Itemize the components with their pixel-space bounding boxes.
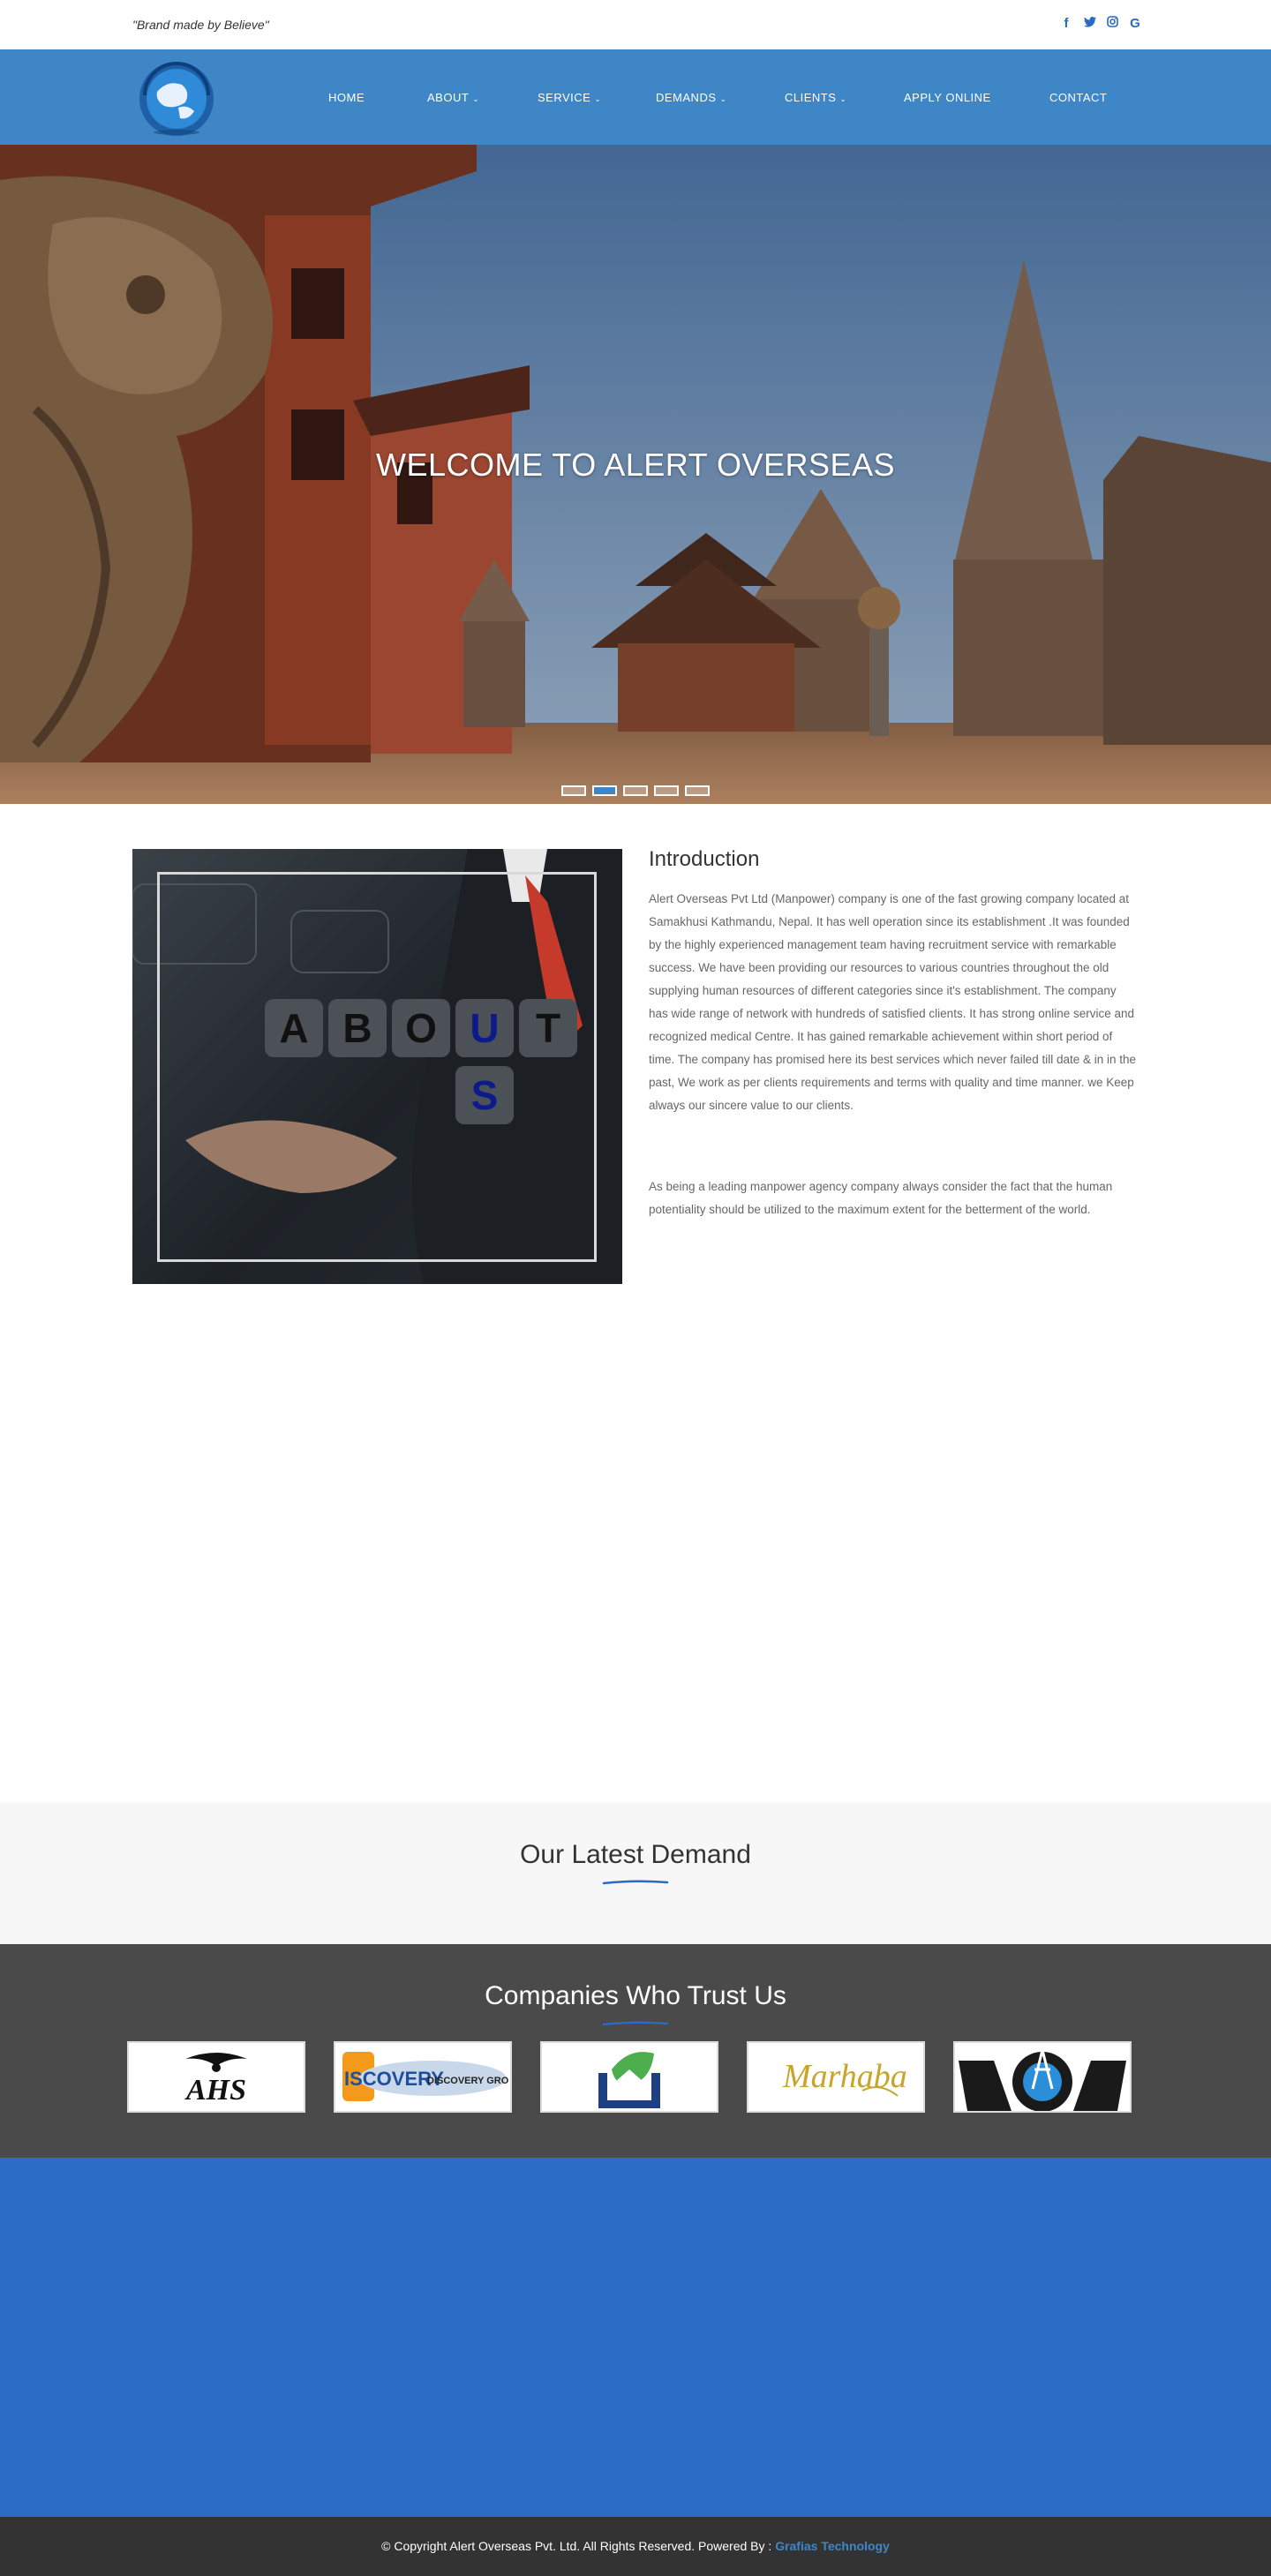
about-us-image: A B O U T S — [132, 849, 622, 1284]
client-logo-ahs[interactable]: AHS — [127, 2041, 305, 2113]
hero-slider: WELCOME TO ALERT OVERSEAS — [0, 145, 1271, 804]
nav-apply-label: APPLY ONLINE — [904, 90, 991, 104]
letter-tile: O — [392, 999, 450, 1057]
slide-indicator-3[interactable] — [623, 785, 648, 796]
top-bar: "Brand made by Believe" f G — [0, 0, 1271, 49]
discovery-logo-subtext: DISCOVERY GRO — [427, 2076, 509, 2086]
client-logo-house[interactable] — [540, 2041, 718, 2113]
nav-clients[interactable]: CLIENTS ⌄ — [785, 91, 904, 104]
letter-tile: S — [455, 1066, 514, 1124]
about-letters-row-2: S — [455, 1066, 514, 1124]
client-logo-marhaba[interactable]: Marhaba — [747, 2041, 925, 2113]
nav-demands[interactable]: DEMANDS ⌄ — [656, 91, 785, 104]
nav-about[interactable]: ABOUT ⌄ — [427, 91, 538, 104]
main-navbar: HOME ABOUT ⌄ SERVICE ⌄ DEMANDS ⌄ CLIENTS ⌄ A… — [0, 49, 1271, 145]
slide-indicator-4[interactable] — [654, 785, 679, 796]
brand-tagline: "Brand made by Believe" — [132, 18, 269, 32]
section-title: Our Latest Demand — [520, 1840, 751, 1869]
intro-title: Introduction — [649, 847, 760, 871]
nav-menu: HOME ABOUT ⌄ SERVICE ⌄ DEMANDS ⌄ CLIENTS ⌄ A… — [328, 49, 1129, 145]
nav-clients-label: CLIENTS — [785, 90, 837, 104]
chevron-down-icon: ⌄ — [472, 94, 480, 103]
nav-contact-label: CONTACT — [1049, 90, 1108, 104]
letter-tile: A — [265, 999, 323, 1057]
google-icon[interactable]: G — [1130, 16, 1140, 31]
slider-indicators — [0, 785, 1271, 796]
twitter-icon[interactable] — [1084, 16, 1096, 31]
intro-paragraph-1: Alert Overseas Pvt Ltd (Manpower) compan… — [649, 892, 1137, 1112]
instagram-icon[interactable] — [1107, 16, 1118, 31]
nav-about-label: ABOUT — [427, 90, 470, 104]
chevron-down-icon: ⌄ — [839, 94, 847, 103]
client-logos: AHS ISCOVERY DISCOVERY GRO Marhaba — [127, 2041, 1132, 2113]
footer-copyright: © Copyright Alert Overseas Pvt. Ltd. All… — [381, 2539, 776, 2553]
footer: © Copyright Alert Overseas Pvt. Ltd. All… — [0, 2517, 1271, 2576]
chevron-down-icon: ⌄ — [594, 94, 602, 103]
ahs-logo-text: AHS — [184, 2074, 246, 2107]
section-title: Companies Who Trust Us — [485, 1981, 786, 2010]
facebook-icon[interactable]: f — [1061, 16, 1072, 31]
letter-tile: U — [455, 999, 514, 1057]
client-logo-discovery[interactable]: ISCOVERY DISCOVERY GRO — [334, 2041, 512, 2113]
image-frame — [157, 872, 597, 1262]
nav-demands-label: DEMANDS — [656, 90, 717, 104]
hero-title: WELCOME TO ALERT OVERSEAS — [375, 447, 896, 483]
company-logo[interactable] — [132, 56, 221, 138]
nav-service-label: SERVICE — [538, 90, 591, 104]
nav-home-label: HOME — [328, 90, 365, 104]
client-logo-gear[interactable] — [953, 2041, 1132, 2113]
nav-home[interactable]: HOME — [328, 91, 427, 104]
social-links: f G — [1061, 16, 1140, 31]
intro-paragraph-2: As being a leading manpower agency compa… — [649, 1180, 1113, 1216]
latest-demand-section: Our Latest Demand — [0, 1803, 1271, 1944]
powered-by-link[interactable]: Grafias Technology — [775, 2539, 890, 2553]
blue-band-section — [0, 2158, 1271, 2517]
slide-indicator-5[interactable] — [685, 785, 710, 796]
letter-tile: T — [519, 999, 577, 1057]
chevron-down-icon: ⌄ — [719, 94, 727, 103]
title-underline-swash — [602, 1880, 669, 1885]
nav-service[interactable]: SERVICE ⌄ — [538, 91, 656, 104]
about-letters-row: A B O U T — [265, 999, 577, 1057]
letter-tile: B — [328, 999, 387, 1057]
slide-indicator-1[interactable] — [561, 785, 586, 796]
nav-contact[interactable]: CONTACT — [1049, 91, 1129, 104]
slide-indicator-2[interactable] — [592, 785, 617, 796]
companies-section: Companies Who Trust Us AHS ISCOVERY DISC… — [0, 1944, 1271, 2158]
nav-apply-online[interactable]: APPLY ONLINE — [904, 91, 1049, 104]
title-underline-swash — [602, 2021, 669, 2026]
